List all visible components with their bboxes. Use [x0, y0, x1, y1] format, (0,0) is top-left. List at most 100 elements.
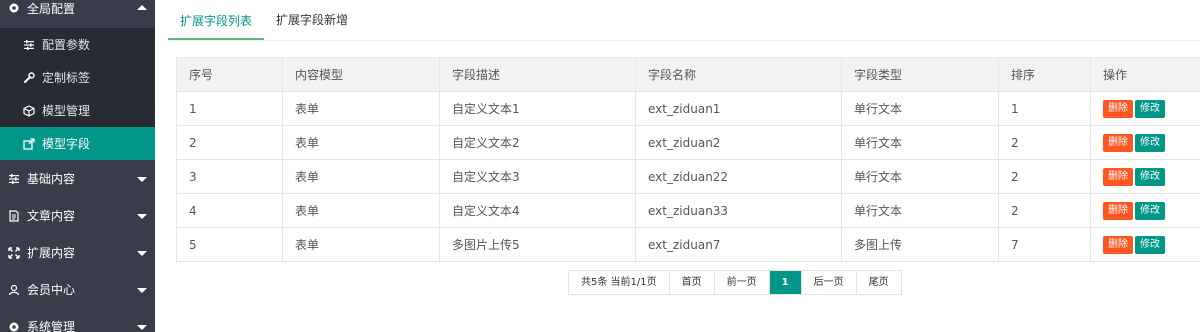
- sidebar-item-custom-tags[interactable]: 定制标签: [0, 61, 155, 94]
- cell-sort: 2: [998, 159, 1091, 194]
- first-page-button[interactable]: 首页: [669, 271, 715, 294]
- sidebar-item-label: 模型管理: [42, 104, 91, 118]
- last-page-button[interactable]: 尾页: [856, 271, 901, 294]
- current-page-button[interactable]: 1: [769, 271, 802, 294]
- edit-button[interactable]: 修改: [1135, 201, 1165, 220]
- chevron-down-icon: [137, 324, 147, 330]
- cube-icon: [22, 104, 36, 118]
- cell-name: ext_ziduan2: [635, 125, 842, 160]
- main-content: 扩展字段列表 扩展字段新增 序号 内容模型 字段描述 字段名称 字段类型 排序 …: [168, 0, 1200, 332]
- cell-model: 表单: [282, 91, 440, 126]
- gear-icon: [7, 1, 21, 15]
- external-link-icon: [22, 137, 36, 151]
- cell-no: 1: [176, 91, 283, 126]
- chevron-down-icon: [137, 213, 147, 219]
- delete-button[interactable]: 删除: [1103, 201, 1133, 220]
- cell-type: 单行文本: [841, 159, 999, 194]
- cell-actions: 删除 修改: [1090, 227, 1200, 262]
- table-row: 3 表单 自定义文本3 ext_ziduan22 单行文本 2 删除 修改: [176, 159, 1200, 194]
- cell-desc: 自定义文本2: [439, 125, 636, 160]
- subnav-global-config: 配置参数 定制标签 模型管理 模型字段: [0, 28, 155, 160]
- cell-desc: 自定义文本4: [439, 193, 636, 228]
- nav-group-label: 文章内容: [27, 209, 76, 223]
- sidebar-item-model-manage[interactable]: 模型管理: [0, 94, 155, 127]
- tab-field-list[interactable]: 扩展字段列表: [168, 0, 265, 40]
- chevron-up-icon: [137, 5, 147, 10]
- pagination-info: 共5条 当前1/1页: [569, 271, 670, 294]
- cell-model: 表单: [282, 227, 440, 262]
- tab-bar: 扩展字段列表 扩展字段新增: [168, 0, 1200, 41]
- cell-sort: 1: [998, 91, 1091, 126]
- sidebar-item-label: 配置参数: [42, 38, 91, 52]
- prev-page-button[interactable]: 前一页: [714, 271, 770, 294]
- col-header-model: 内容模型: [282, 57, 440, 92]
- fields-table: 序号 内容模型 字段描述 字段名称 字段类型 排序 操作 1 表单 自定义文本1…: [176, 57, 1200, 262]
- delete-button[interactable]: 删除: [1103, 99, 1133, 118]
- cell-desc: 多图片上传5: [439, 227, 636, 262]
- cell-name: ext_ziduan33: [635, 193, 842, 228]
- cell-type: 多图上传: [841, 227, 999, 262]
- tab-field-add[interactable]: 扩展字段新增: [264, 0, 360, 40]
- nav-group-article-content[interactable]: 文章内容: [0, 197, 155, 234]
- col-header-no: 序号: [176, 57, 283, 92]
- cell-sort: 2: [998, 125, 1091, 160]
- nav-group-system-manage[interactable]: 系统管理: [0, 308, 155, 332]
- cell-desc: 自定义文本3: [439, 159, 636, 194]
- cell-type: 单行文本: [841, 91, 999, 126]
- col-header-type: 字段类型: [841, 57, 999, 92]
- cell-model: 表单: [282, 125, 440, 160]
- chevron-down-icon: [137, 250, 147, 256]
- nav-group-member-center[interactable]: 会员中心: [0, 271, 155, 308]
- cell-model: 表单: [282, 159, 440, 194]
- col-header-sort: 排序: [998, 57, 1091, 92]
- cell-actions: 删除 修改: [1090, 91, 1200, 126]
- cell-no: 5: [176, 227, 283, 262]
- nav-group-basic-content[interactable]: 基础内容: [0, 160, 155, 197]
- edit-button[interactable]: 修改: [1135, 133, 1165, 152]
- table-row: 2 表单 自定义文本2 ext_ziduan2 单行文本 2 删除 修改: [176, 125, 1200, 160]
- table-row: 5 表单 多图片上传5 ext_ziduan7 多图上传 7 删除 修改: [176, 227, 1200, 262]
- sidebar-item-label: 定制标签: [42, 71, 91, 85]
- nav-group-label: 全局配置: [27, 1, 76, 16]
- sidebar-item-config-params[interactable]: 配置参数: [0, 28, 155, 61]
- cell-no: 4: [176, 193, 283, 228]
- sliders-icon: [22, 38, 36, 52]
- cell-no: 3: [176, 159, 283, 194]
- cell-actions: 删除 修改: [1090, 125, 1200, 160]
- cell-sort: 7: [998, 227, 1091, 262]
- nav-group-label: 扩展内容: [27, 246, 76, 260]
- table-header-row: 序号 内容模型 字段描述 字段名称 字段类型 排序 操作: [176, 57, 1200, 92]
- cell-actions: 删除 修改: [1090, 159, 1200, 194]
- table-row: 1 表单 自定义文本1 ext_ziduan1 单行文本 1 删除 修改: [176, 91, 1200, 126]
- edit-button[interactable]: 修改: [1135, 235, 1165, 254]
- edit-button[interactable]: 修改: [1135, 167, 1165, 186]
- cell-type: 单行文本: [841, 125, 999, 160]
- cell-no: 2: [176, 125, 283, 160]
- cell-model: 表单: [282, 193, 440, 228]
- chevron-down-icon: [137, 287, 147, 293]
- cell-name: ext_ziduan1: [635, 91, 842, 126]
- col-header-actions: 操作: [1090, 57, 1200, 92]
- cell-name: ext_ziduan7: [635, 227, 842, 262]
- document-icon: [7, 209, 21, 223]
- next-page-button[interactable]: 后一页: [801, 271, 857, 294]
- delete-button[interactable]: 删除: [1103, 167, 1133, 186]
- col-header-desc: 字段描述: [439, 57, 636, 92]
- nav-group-label: 基础内容: [27, 172, 76, 186]
- col-header-name: 字段名称: [635, 57, 842, 92]
- delete-button[interactable]: 删除: [1103, 235, 1133, 254]
- wrench-icon: [22, 71, 36, 85]
- nav-group-extended-content[interactable]: 扩展内容: [0, 234, 155, 271]
- sidebar: 全局配置 配置参数 定制标签 模型管理 模型字段 基础内容 文章内容 扩展内容 …: [0, 0, 155, 332]
- delete-button[interactable]: 删除: [1103, 133, 1133, 152]
- chevron-down-icon: [137, 176, 147, 182]
- user-icon: [7, 283, 21, 297]
- nav-group-global-config[interactable]: 全局配置: [0, 0, 155, 18]
- pagination: 共5条 当前1/1页 首页 前一页 1 后一页 尾页: [568, 270, 902, 295]
- sidebar-item-model-fields[interactable]: 模型字段: [0, 127, 155, 160]
- cell-actions: 删除 修改: [1090, 193, 1200, 228]
- expand-icon: [7, 246, 21, 260]
- cell-sort: 2: [998, 193, 1091, 228]
- table-row: 4 表单 自定义文本4 ext_ziduan33 单行文本 2 删除 修改: [176, 193, 1200, 228]
- edit-button[interactable]: 修改: [1135, 99, 1165, 118]
